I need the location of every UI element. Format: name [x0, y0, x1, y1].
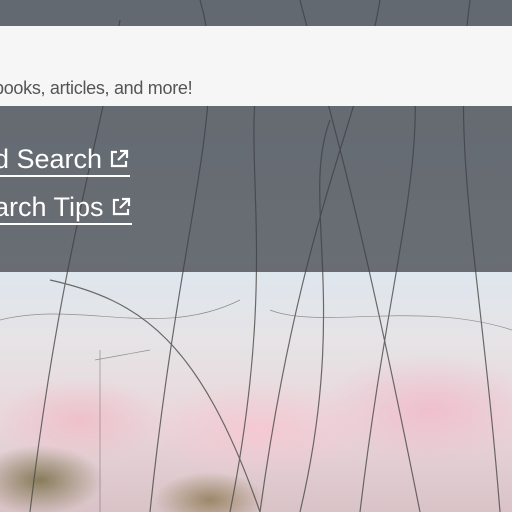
external-link-icon	[108, 148, 130, 170]
advanced-search-label: d Search	[0, 144, 103, 174]
advanced-search-link[interactable]: d Search	[0, 144, 131, 177]
search-tips-link[interactable]: arch Tips	[0, 194, 132, 225]
external-link-icon	[110, 196, 132, 218]
search-input[interactable]: books, articles, and more!	[0, 26, 512, 106]
search-placeholder-text: books, articles, and more!	[0, 78, 193, 98]
search-tips-label: arch Tips	[0, 192, 104, 222]
